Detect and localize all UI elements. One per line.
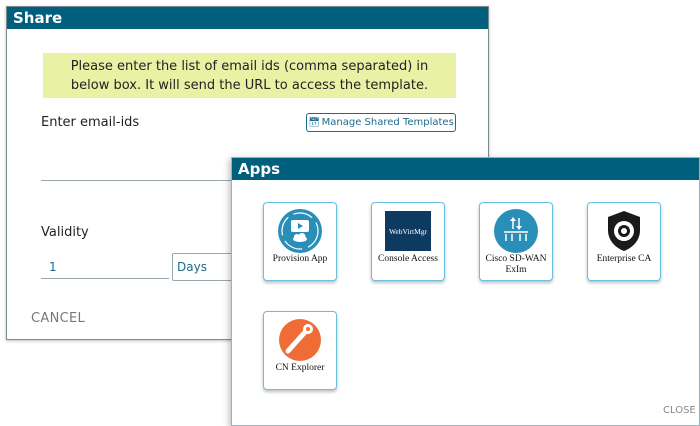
app-label: Enterprise CA — [596, 254, 652, 264]
apps-dialog-title: Apps — [232, 158, 699, 180]
postman-icon — [275, 317, 325, 363]
app-tile-provision-app[interactable]: Provision App — [263, 202, 337, 281]
validity-input[interactable]: 1 — [41, 255, 169, 279]
app-label: Console Access — [378, 254, 438, 264]
app-tile-cisco-sdwan-exim[interactable]: Cisco SD-WAN ExIm — [479, 202, 553, 281]
email-ids-label: Enter email-ids — [41, 115, 140, 130]
close-button[interactable]: CLOSE — [663, 405, 696, 416]
app-tile-console-access[interactable]: WebVirtMgr Console Access — [371, 202, 445, 281]
share-dialog-title: Share — [7, 7, 488, 29]
shield-icon — [599, 208, 649, 254]
app-label: Cisco SD-WAN ExIm — [485, 254, 547, 275]
provision-app-icon — [275, 208, 325, 254]
app-tile-enterprise-ca[interactable]: Enterprise CA — [587, 202, 661, 281]
webvirtmgr-logo: WebVirtMgr — [383, 208, 433, 254]
calendar-icon: 📅︎ — [308, 118, 320, 128]
cisco-sdwan-icon — [491, 208, 541, 254]
apps-dialog: Apps Provision App WebVirtMgr Console Ac… — [231, 157, 700, 426]
validity-label: Validity — [41, 225, 89, 240]
app-label: Provision App — [272, 254, 328, 264]
webvirtmgr-logo-text: WebVirtMgr — [389, 227, 428, 236]
manage-shared-templates-label: Manage Shared Templates — [321, 117, 454, 128]
app-label: CN Explorer — [275, 363, 325, 373]
app-tile-cn-explorer[interactable]: CN Explorer — [263, 311, 337, 390]
cancel-button[interactable]: CANCEL — [31, 311, 85, 326]
share-notice: Please enter the list of email ids (comm… — [43, 53, 456, 98]
manage-shared-templates-button[interactable]: 📅︎ Manage Shared Templates — [306, 113, 456, 132]
